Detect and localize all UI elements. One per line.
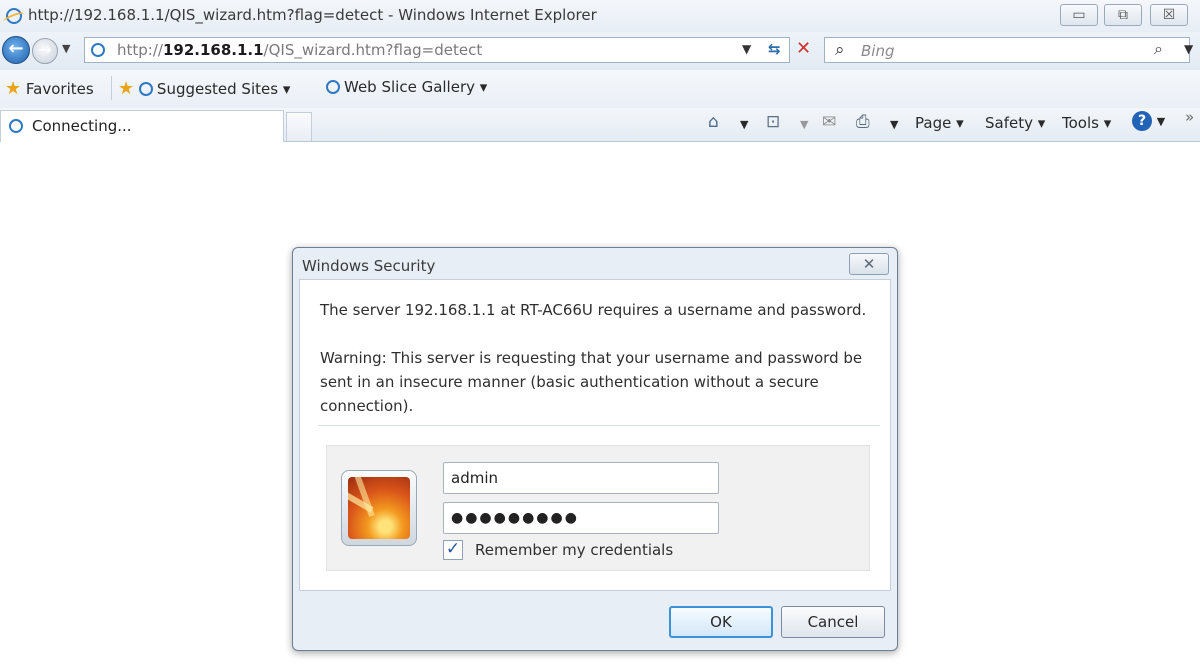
suggested-sites-button[interactable]: ★ Suggested Sites ▾ bbox=[118, 78, 290, 99]
cancel-button[interactable]: Cancel bbox=[781, 606, 885, 638]
favorites-separator bbox=[111, 76, 112, 100]
new-tab-button[interactable] bbox=[286, 112, 312, 141]
dialog-divider bbox=[318, 425, 880, 426]
tab-ie-icon bbox=[9, 119, 23, 133]
tab-label: Connecting... bbox=[32, 117, 132, 135]
toolbar-overflow-icon[interactable]: » bbox=[1185, 108, 1194, 126]
print-dropdown-icon[interactable]: ▼ bbox=[890, 118, 898, 131]
restore-button[interactable]: ⧉ bbox=[1104, 4, 1142, 26]
safety-menu[interactable]: Safety ▾ bbox=[985, 114, 1045, 132]
home-dropdown-icon[interactable]: ▼ bbox=[740, 118, 748, 131]
minimize-button[interactable]: ▭ bbox=[1060, 4, 1098, 26]
user-tile-icon bbox=[341, 470, 417, 546]
url-dropdown-icon[interactable]: ▼ bbox=[742, 42, 751, 56]
forward-arrow-icon[interactable]: → bbox=[32, 38, 58, 64]
insecure-warning: Warning: This server is requesting that … bbox=[320, 349, 863, 415]
url-text: http://192.168.1.1/QIS_wizard.htm?flag=d… bbox=[117, 41, 482, 59]
close-icon: ✕ bbox=[862, 255, 876, 273]
suggested-sites-ie-icon bbox=[138, 82, 153, 96]
password-field[interactable]: ●●●●●●●●● bbox=[443, 502, 719, 534]
add-favorite-star-icon: ★ bbox=[118, 78, 135, 99]
ie-logo-icon bbox=[6, 8, 22, 24]
server-message: The server 192.168.1.1 at RT-AC66U requi… bbox=[320, 301, 867, 319]
remember-credentials-checkbox[interactable]: ✓ bbox=[443, 540, 463, 560]
search-icon[interactable]: ⌕ bbox=[1154, 39, 1163, 59]
web-slice-gallery-button[interactable]: Web Slice Gallery ▾ bbox=[326, 78, 487, 96]
search-placeholder: Bing bbox=[861, 42, 895, 60]
suggested-sites-label: Suggested Sites ▾ bbox=[156, 80, 291, 98]
help-icon: ? bbox=[1132, 111, 1152, 131]
windows-security-dialog: Windows Security ✕ The server 192.168.1.… bbox=[292, 247, 898, 651]
page-menu[interactable]: Page ▾ bbox=[915, 114, 964, 132]
web-slice-gallery-label: Web Slice Gallery ▾ bbox=[344, 78, 488, 96]
search-dropdown-icon[interactable]: ▼ bbox=[1184, 42, 1193, 56]
url-host: 192.168.1.1 bbox=[162, 41, 264, 59]
rss-feed-icon[interactable]: ⊡ bbox=[766, 112, 780, 132]
back-arrow-icon[interactable]: ← bbox=[2, 36, 30, 64]
help-menu[interactable]: ? ▼ bbox=[1132, 111, 1165, 131]
remember-credentials-label[interactable]: Remember my credentials bbox=[475, 541, 673, 559]
dialog-title: Windows Security bbox=[302, 257, 436, 275]
favorites-button[interactable]: ★ Favorites bbox=[5, 78, 94, 99]
url-path: /QIS_wizard.htm?flag=detect bbox=[263, 41, 483, 59]
dialog-close-button[interactable]: ✕ bbox=[849, 253, 889, 275]
help-dropdown-icon: ▼ bbox=[1156, 115, 1166, 128]
search-field[interactable]: ⌕ Bing bbox=[824, 37, 1190, 63]
url-prefix: http:// bbox=[117, 41, 163, 59]
window-title: http://192.168.1.1/QIS_wizard.htm?flag=d… bbox=[28, 6, 597, 24]
print-icon[interactable]: ⎙ bbox=[856, 112, 870, 132]
username-field[interactable] bbox=[443, 462, 719, 494]
page-ie-icon bbox=[91, 43, 105, 57]
close-window-button[interactable]: ☒ bbox=[1150, 4, 1188, 26]
favorites-star-icon: ★ bbox=[5, 78, 22, 99]
stop-icon[interactable]: ✕ bbox=[796, 38, 811, 59]
tools-menu[interactable]: Tools ▾ bbox=[1062, 114, 1111, 132]
url-field[interactable]: http://192.168.1.1/QIS_wizard.htm?flag=d… bbox=[84, 37, 790, 63]
recent-pages-dropdown-icon[interactable]: ▼ bbox=[62, 42, 70, 55]
favorites-label: Favorites bbox=[25, 80, 94, 98]
read-mail-icon[interactable]: ✉ bbox=[822, 112, 836, 132]
refresh-icon[interactable]: ⇆ bbox=[768, 40, 781, 58]
home-icon[interactable]: ⌂ bbox=[708, 112, 719, 132]
search-glass-icon: ⌕ bbox=[835, 40, 845, 60]
dialog-body: The server 192.168.1.1 at RT-AC66U requi… bbox=[299, 279, 891, 591]
feed-dropdown-icon[interactable]: ▼ bbox=[800, 118, 808, 131]
user-picture bbox=[348, 477, 410, 539]
web-slice-ie-icon bbox=[326, 80, 340, 94]
ok-button[interactable]: OK bbox=[669, 606, 773, 638]
window-title-bar: http://192.168.1.1/QIS_wizard.htm?flag=d… bbox=[0, 0, 1200, 32]
credential-tile: ●●●●●●●●● ✓ Remember my credentials bbox=[326, 445, 870, 571]
